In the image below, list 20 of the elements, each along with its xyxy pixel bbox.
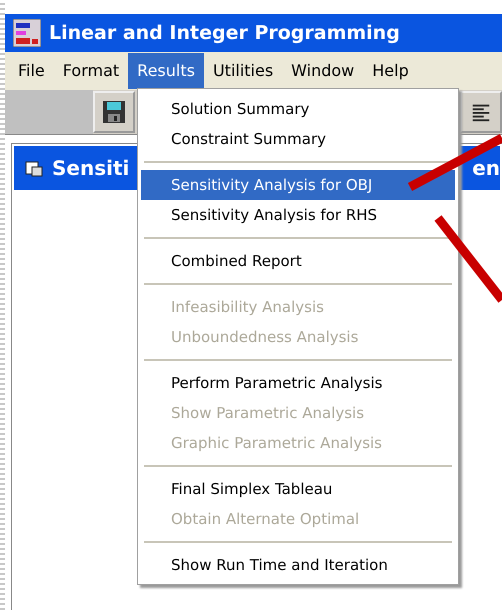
menu-item[interactable]: Help xyxy=(363,53,418,89)
align-left-button[interactable] xyxy=(460,91,502,133)
menu-option[interactable]: Sensitivity Analysis for RHS xyxy=(141,200,455,230)
child-window-title: Sensiti xyxy=(52,156,130,180)
menu-option[interactable]: Combined Report xyxy=(141,246,455,276)
menu-option[interactable]: Show Run Time and Iteration xyxy=(141,550,455,580)
menu-option[interactable]: Sensitivity Analysis for OBJ xyxy=(141,170,455,200)
menu-option[interactable]: Constraint Summary xyxy=(141,124,455,154)
menu-item[interactable]: Format xyxy=(54,53,128,89)
menu-item[interactable]: File xyxy=(9,53,54,89)
save-button[interactable] xyxy=(93,91,135,133)
menu-item[interactable]: Utilities xyxy=(204,53,282,89)
child-window-title: en xyxy=(472,156,500,180)
menu-option[interactable]: Final Simplex Tableau xyxy=(141,474,455,504)
menu-item[interactable]: Results xyxy=(128,53,204,89)
window-title: Linear and Integer Programming xyxy=(49,22,400,44)
app-icon xyxy=(13,19,41,47)
menu-option[interactable]: Solution Summary xyxy=(141,94,455,124)
menu-option[interactable]: Perform Parametric Analysis xyxy=(141,368,455,398)
menu-item[interactable]: Window xyxy=(282,53,364,89)
